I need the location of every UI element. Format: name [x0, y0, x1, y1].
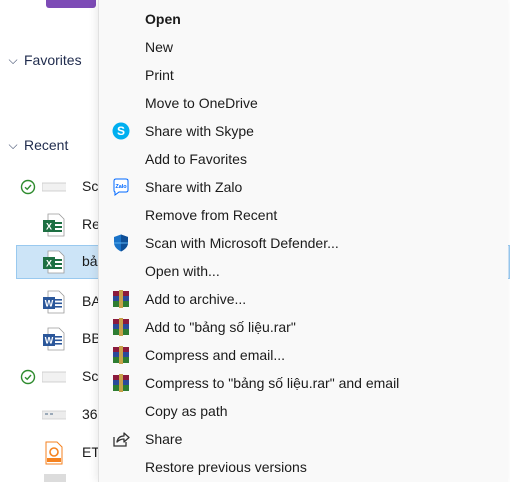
menu-item-share[interactable]: Share: [99, 425, 508, 453]
menu-item-open-with[interactable]: Open with...: [99, 257, 508, 285]
svg-text:W: W: [45, 299, 54, 309]
image-file-icon: [42, 371, 66, 383]
winrar-icon: [113, 374, 129, 392]
pdf-file-icon: [45, 441, 63, 465]
menu-item-label: Copy as path: [145, 403, 228, 419]
image-file-icon: [42, 182, 66, 192]
section-recent[interactable]: ⌵ Recent: [0, 137, 68, 153]
menu-item-scan-defender[interactable]: Scan with Microsoft Defender...: [99, 229, 508, 257]
svg-text:X: X: [46, 222, 52, 232]
share-icon: [113, 432, 130, 447]
menu-item-label: Add to Favorites: [145, 151, 247, 167]
zalo-icon: Zalo: [113, 178, 129, 196]
menu-item-label: Share: [145, 431, 183, 447]
menu-item-label: Compress to "bảng số liệu.rar" and email: [145, 375, 400, 391]
menu-item-label: Print: [145, 67, 174, 83]
file-name: Sc: [82, 368, 99, 384]
section-label: Favorites: [24, 52, 82, 68]
menu-item-add-to-archive[interactable]: Add to archive...: [99, 285, 508, 313]
menu-item-add-to-favorites[interactable]: Add to Favorites: [99, 145, 508, 173]
word-file-icon: W: [43, 327, 65, 351]
menu-item-label: Move to OneDrive: [145, 95, 258, 111]
menu-item-label: Remove from Recent: [145, 207, 278, 223]
menu-item-label: Add to archive...: [145, 291, 247, 307]
section-label: Recent: [24, 137, 69, 153]
svg-text:W: W: [45, 336, 54, 346]
menu-item-label: Share with Skype: [145, 123, 254, 139]
menu-item-open[interactable]: Open: [99, 5, 508, 33]
context-menu: Open New Print Move to OneDrive S Share …: [98, 0, 508, 482]
chevron-down-icon: ⌵: [8, 137, 18, 152]
menu-item-compress-and-email[interactable]: Compress and email...: [99, 341, 508, 369]
menu-item-share-zalo[interactable]: Zalo Share with Zalo: [99, 173, 508, 201]
excel-file-icon: X: [43, 213, 65, 237]
image-file-icon: [42, 410, 66, 420]
zalo-icon-text: Zalo: [115, 184, 127, 190]
thumbnail-partial: [46, 0, 96, 8]
excel-file-icon: X: [43, 250, 65, 274]
menu-item-label: New: [145, 39, 174, 55]
file-name: bả: [82, 253, 98, 269]
file-name: 36: [82, 406, 98, 422]
menu-item-print[interactable]: Print: [99, 61, 508, 89]
menu-item-restore-previous-versions[interactable]: Restore previous versions: [99, 453, 508, 481]
menu-item-new[interactable]: New: [99, 33, 508, 61]
defender-shield-icon: [114, 234, 128, 252]
file-name: Sc: [82, 178, 99, 194]
menu-item-label: Restore previous versions: [145, 459, 307, 475]
section-favorites[interactable]: ⌵ Favorites: [0, 52, 82, 68]
menu-item-add-to-rar[interactable]: Add to "bảng số liệu.rar": [99, 313, 508, 341]
winrar-icon: [113, 290, 129, 308]
winrar-icon: [113, 318, 129, 336]
menu-item-label: Scan with Microsoft Defender...: [145, 235, 339, 251]
chevron-down-icon: ⌵: [8, 52, 18, 67]
skype-icon: S: [112, 122, 130, 140]
menu-item-label: Add to "bảng số liệu.rar": [145, 319, 296, 335]
file-icon-partial: [44, 474, 66, 482]
synced-check-icon: [20, 179, 36, 195]
svg-text:X: X: [46, 259, 52, 269]
menu-item-share-skype[interactable]: S Share with Skype: [99, 117, 508, 145]
menu-item-label: Compress and email...: [145, 347, 286, 363]
synced-check-icon: [20, 369, 36, 385]
menu-item-label: Open with...: [145, 263, 220, 279]
word-file-icon: W: [43, 290, 65, 314]
winrar-icon: [113, 346, 129, 364]
menu-item-label: Open: [145, 11, 181, 27]
svg-text:S: S: [117, 124, 125, 138]
menu-item-remove-from-recent[interactable]: Remove from Recent: [99, 201, 508, 229]
menu-item-label: Share with Zalo: [145, 179, 243, 195]
menu-item-compress-to-rar-and-email[interactable]: Compress to "bảng số liệu.rar" and email: [99, 369, 508, 397]
menu-item-copy-as-path[interactable]: Copy as path: [99, 397, 508, 425]
menu-item-move-to-onedrive[interactable]: Move to OneDrive: [99, 89, 508, 117]
